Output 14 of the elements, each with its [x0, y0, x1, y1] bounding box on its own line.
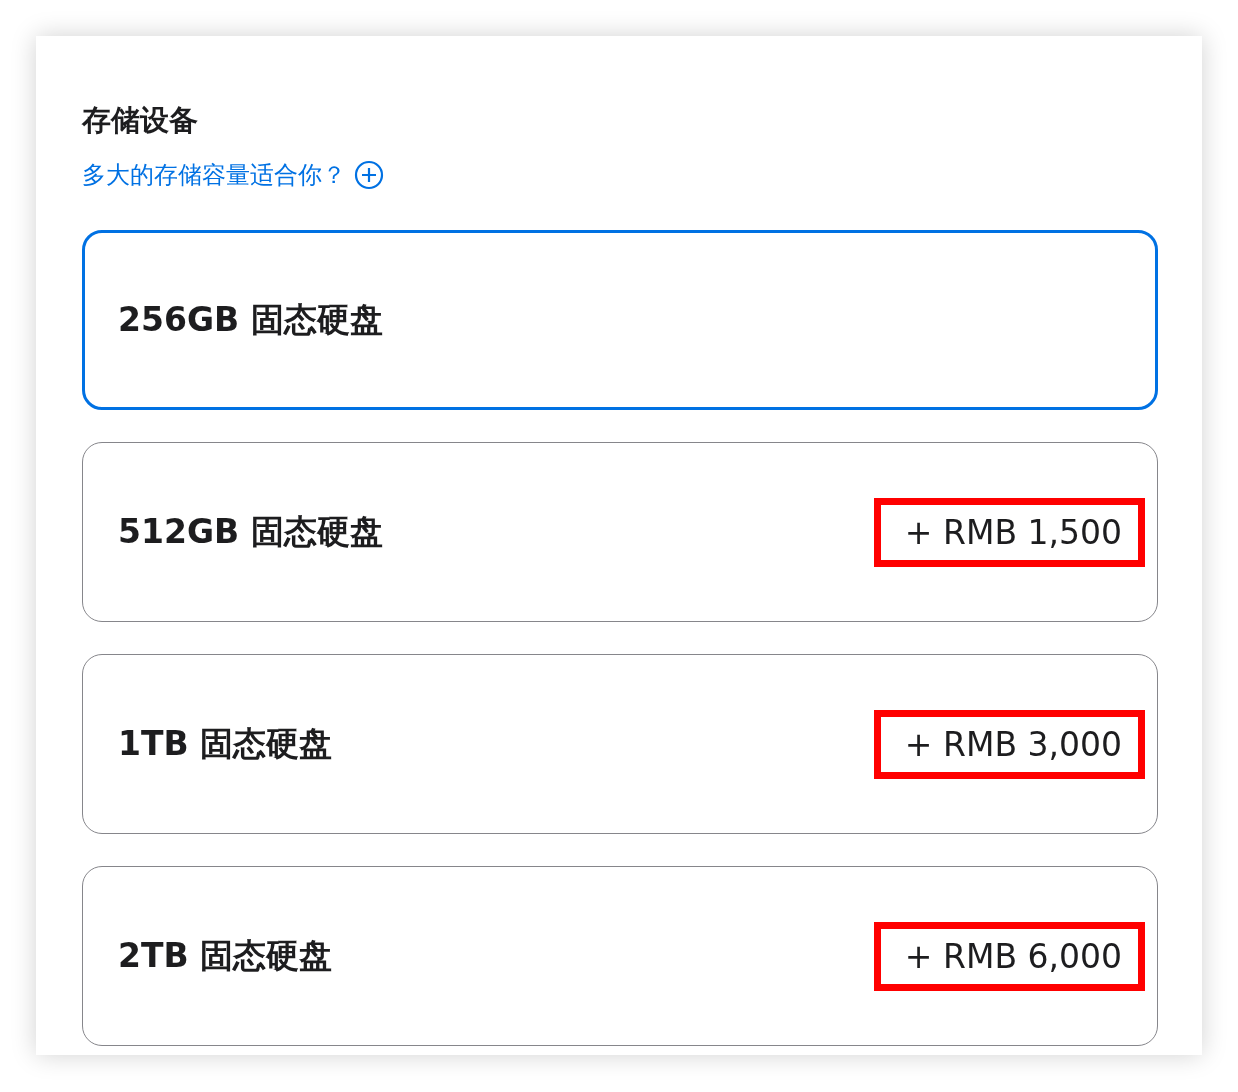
option-label: 512GB 固态硬盘 — [118, 510, 383, 553]
option-price: + RMB 1,500 — [873, 497, 1145, 567]
plus-circle-icon — [354, 160, 384, 190]
storage-option[interactable]: 1TB 固态硬盘 + RMB 3,000 — [82, 654, 1158, 834]
option-price: + RMB 3,000 — [873, 709, 1145, 779]
option-label: 256GB 固态硬盘 — [118, 298, 383, 341]
option-label: 1TB 固态硬盘 — [118, 722, 333, 765]
storage-option[interactable]: 256GB 固态硬盘 — [82, 230, 1158, 410]
help-link[interactable]: 多大的存储容量适合你？ — [82, 158, 384, 192]
storage-option[interactable]: 512GB 固态硬盘 + RMB 1,500 — [82, 442, 1158, 622]
storage-option[interactable]: 2TB 固态硬盘 + RMB 6,000 — [82, 866, 1158, 1046]
section-title: 存储设备 — [82, 102, 199, 138]
option-price: + RMB 6,000 — [873, 921, 1145, 991]
option-label: 2TB 固态硬盘 — [118, 934, 333, 977]
